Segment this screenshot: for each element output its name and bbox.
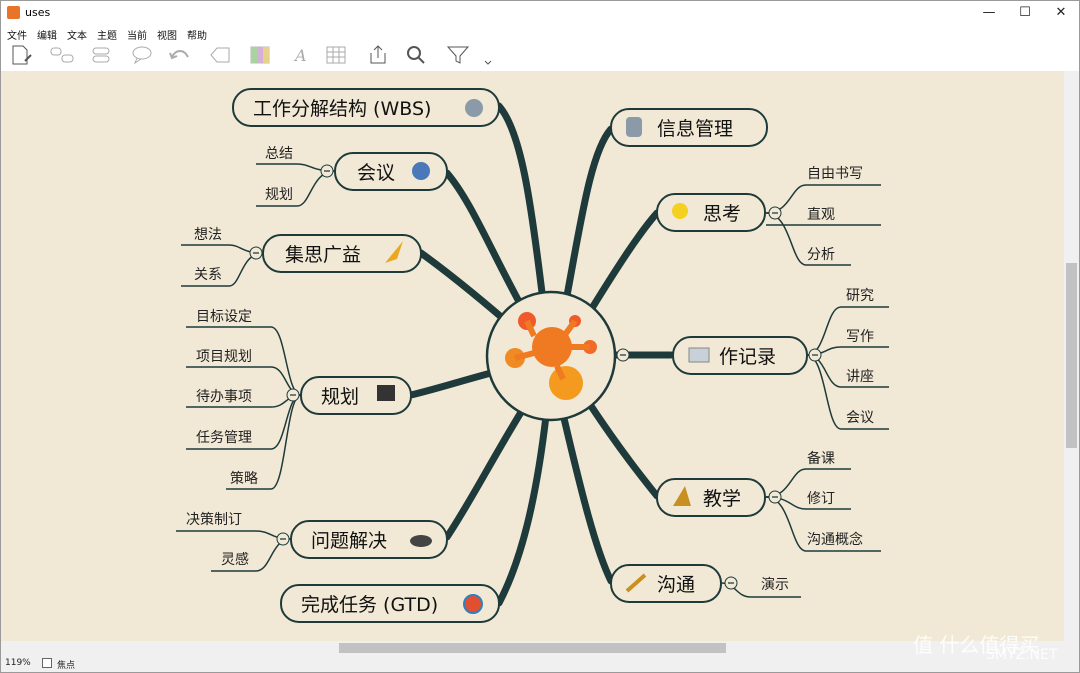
mindmap-canvas[interactable]: 工作分解结构 (WBS) 信息管理 会议 思考 集思广益 作记录 规划 教学 问… xyxy=(1,71,1064,641)
gear-icon xyxy=(465,99,483,117)
lightbulb-icon xyxy=(672,203,688,219)
people-icon xyxy=(412,162,430,180)
close-button[interactable]: ✕ xyxy=(1043,1,1079,25)
new-note-icon[interactable] xyxy=(9,43,35,67)
checkered-flag-icon xyxy=(377,385,395,401)
topic-gtd[interactable]: 完成任务 (GTD) xyxy=(301,594,438,616)
topic-think[interactable]: 思考 xyxy=(703,203,741,225)
color-icon[interactable] xyxy=(247,43,273,67)
topic-brainstorm[interactable]: 集思广益 xyxy=(285,244,361,266)
maximize-button[interactable]: ☐ xyxy=(1007,1,1043,25)
menu-bar: 文件 编辑 文本 主题 当前 视图 帮助 xyxy=(1,25,1079,42)
vertical-scrollbar[interactable] xyxy=(1064,71,1079,641)
menu-view[interactable]: 视图 xyxy=(157,27,177,42)
menu-edit[interactable]: 编辑 xyxy=(37,27,57,42)
topic-meeting[interactable]: 会议 xyxy=(357,162,395,184)
table-icon[interactable] xyxy=(323,43,349,67)
toolbar: A xyxy=(1,41,1079,71)
minimize-button[interactable]: — xyxy=(971,1,1007,25)
target-icon xyxy=(463,594,483,614)
subtopic[interactable]: 总结 xyxy=(265,146,293,162)
menu-help[interactable]: 帮助 xyxy=(187,27,207,42)
subtopic[interactable]: 演示 xyxy=(761,577,789,593)
focus-checkbox[interactable] xyxy=(42,658,52,668)
menu-current[interactable]: 当前 xyxy=(127,27,147,42)
subtopic[interactable]: 沟通概念 xyxy=(807,531,863,548)
subtopic[interactable]: 任务管理 xyxy=(196,430,252,446)
window-title: uses xyxy=(25,6,51,19)
topic-plan[interactable]: 规划 xyxy=(321,386,359,408)
subtopic[interactable]: 备课 xyxy=(807,450,835,467)
link-topics-icon[interactable] xyxy=(49,43,75,67)
subtopic[interactable]: 策略 xyxy=(230,470,258,487)
group-icon[interactable] xyxy=(89,43,115,67)
subtopic[interactable]: 项目规划 xyxy=(196,349,252,365)
vertical-scroll-thumb[interactable] xyxy=(1066,263,1077,448)
subtopic[interactable]: 直观 xyxy=(807,206,835,223)
app-icon xyxy=(7,6,20,19)
subtopic[interactable]: 讲座 xyxy=(846,369,874,385)
subtopic[interactable]: 分析 xyxy=(807,247,835,263)
subtopic[interactable]: 自由书写 xyxy=(807,166,863,182)
boundary-icon[interactable] xyxy=(207,43,233,67)
focus-label: 焦点 xyxy=(57,661,76,671)
font-icon[interactable]: A xyxy=(287,43,313,67)
hat-icon xyxy=(410,535,432,547)
envelope-icon xyxy=(688,347,710,363)
topic-communicate[interactable]: 沟通 xyxy=(657,574,695,596)
menu-file[interactable]: 文件 xyxy=(7,27,27,42)
filter-icon[interactable] xyxy=(445,43,471,67)
zoom-level[interactable]: 119% xyxy=(5,658,31,668)
watermark-site: SMYZ.NET xyxy=(986,647,1058,663)
topic-record[interactable]: 作记录 xyxy=(719,346,776,368)
search-icon[interactable] xyxy=(403,43,429,67)
subtopic[interactable]: 会议 xyxy=(846,410,874,426)
subtopic[interactable]: 目标设定 xyxy=(196,309,252,325)
subtopic[interactable]: 写作 xyxy=(846,329,874,345)
export-icon[interactable] xyxy=(365,43,391,67)
svg-text:A: A xyxy=(293,46,307,65)
toolbar-overflow-icon[interactable] xyxy=(475,43,492,67)
title-bar[interactable]: uses — ☐ ✕ xyxy=(1,1,1079,25)
subtopic[interactable]: 待办事项 xyxy=(196,389,252,405)
subtopic[interactable]: 关系 xyxy=(194,267,222,283)
callout-icon[interactable] xyxy=(129,43,155,67)
central-topic[interactable] xyxy=(485,290,617,422)
topic-info-management[interactable]: 信息管理 xyxy=(657,118,733,140)
app-window: uses — ☐ ✕ 文件 编辑 文本 主题 当前 视图 帮助 A 工作分解结构… xyxy=(0,0,1080,673)
topic-problem-solving[interactable]: 问题解决 xyxy=(311,530,387,552)
subtopic[interactable]: 规划 xyxy=(265,187,293,203)
topic-wbs[interactable]: 工作分解结构 (WBS) xyxy=(253,98,431,120)
topic-teach[interactable]: 教学 xyxy=(703,488,741,510)
subtopic[interactable]: 想法 xyxy=(194,227,222,243)
horizontal-scroll-thumb[interactable] xyxy=(339,643,726,653)
menu-topic[interactable]: 主题 xyxy=(97,27,117,42)
menu-text[interactable]: 文本 xyxy=(67,27,87,42)
subtopic[interactable]: 灵感 xyxy=(221,551,249,568)
subtopic[interactable]: 决策制订 xyxy=(186,511,242,528)
subtopic[interactable]: 研究 xyxy=(846,288,874,304)
subtopic[interactable]: 修订 xyxy=(807,491,835,507)
database-icon xyxy=(626,117,642,137)
undo-icon[interactable] xyxy=(167,43,193,67)
